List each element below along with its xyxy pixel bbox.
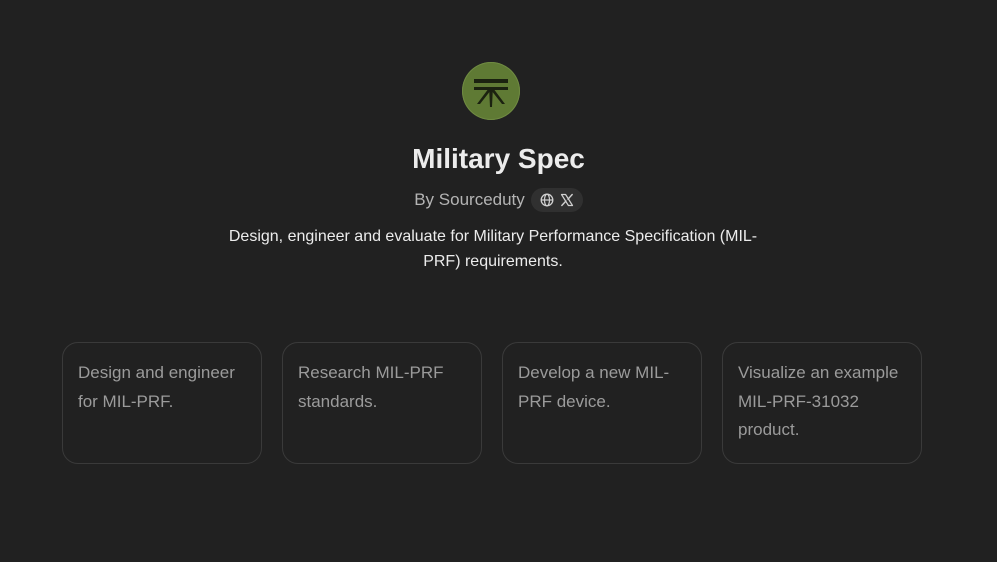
social-links [530,188,583,212]
starter-card[interactable]: Design and engineer for MIL-PRF. [62,342,262,464]
gpt-landing: Military Spec By Sourceduty Design, engi… [0,0,997,562]
gpt-byline: By Sourceduty [0,188,997,212]
globe-icon[interactable] [540,193,554,207]
starter-card[interactable]: Develop a new MIL-PRF device. [502,342,702,464]
starter-card[interactable]: Research MIL-PRF standards. [282,342,482,464]
gpt-avatar [462,62,520,120]
gpt-title: Military Spec [412,143,585,174]
conversation-starters: Design and engineer for MIL-PRF. Researc… [62,342,922,464]
gpt-description: Design, engineer and evaluate for Milita… [228,228,758,270]
x-logo-icon[interactable] [560,193,574,207]
author-label: By Sourceduty [414,190,525,209]
starter-card[interactable]: Visualize an example MIL-PRF-31032 produ… [722,342,922,464]
mil-spec-logo-icon [474,79,508,107]
